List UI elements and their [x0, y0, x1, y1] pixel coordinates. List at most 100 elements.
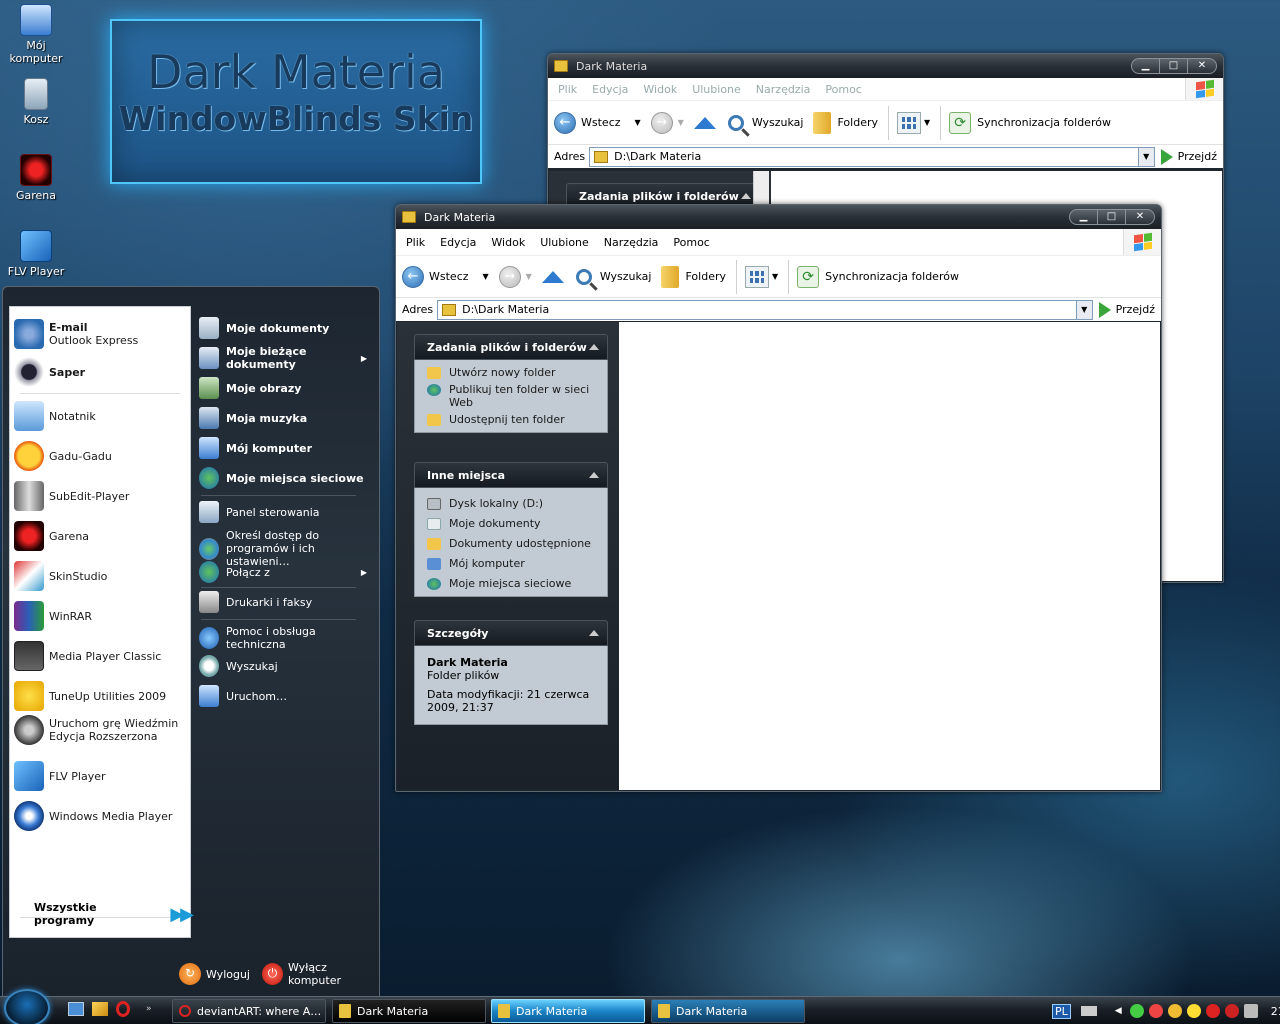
maximize-button[interactable]: □ — [1098, 210, 1126, 224]
forward-button[interactable]: → ▼ — [498, 265, 532, 288]
menu-help[interactable]: Pomoc — [673, 236, 709, 249]
garena-icon[interactable] — [1224, 1004, 1239, 1018]
panel-header[interactable]: Zadania plików i folderów — [414, 334, 608, 360]
explorer-window-front[interactable]: Dark Materia ▁ □ ✕ Plik Edycja Widok Ulu… — [395, 204, 1162, 792]
start-item-email[interactable]: E-mail Outlook Express — [14, 319, 138, 349]
start-item-recent[interactable]: TuneUp Utilities 2009 — [14, 681, 166, 711]
start-item-recent[interactable]: WinRAR — [14, 601, 92, 631]
menu-tools[interactable]: Narzędzia — [604, 236, 659, 249]
shutdown-button[interactable]: ⏻ Wyłącz komputer — [262, 961, 379, 987]
search-button[interactable]: Wyszukaj — [575, 268, 651, 285]
sync-button[interactable]: ⟳ Synchronizacja folderów — [797, 265, 959, 288]
close-button[interactable]: ✕ — [1126, 210, 1154, 224]
file-list[interactable] — [619, 322, 1160, 790]
chevron-left-icon[interactable]: ◀ — [1115, 1006, 1122, 1016]
menu-help[interactable]: Pomoc — [825, 83, 861, 96]
start-right-my-music[interactable]: Moja muzyka — [199, 407, 375, 429]
folders-button[interactable]: Foldery — [813, 111, 878, 134]
back-button[interactable]: ← Wstecz ▼ — [554, 111, 641, 134]
start-item-recent[interactable]: Notatnik — [14, 401, 96, 431]
taskbar-button[interactable]: Dark Materia — [651, 999, 805, 1023]
minimize-button[interactable]: ▁ — [1132, 59, 1160, 73]
up-folder-icon[interactable] — [541, 270, 564, 283]
start-right-connect-to[interactable]: Połącz z ▶ — [199, 561, 375, 583]
place-my-computer[interactable]: Mój komputer — [427, 557, 597, 570]
go-button[interactable]: Przejdź — [1098, 301, 1155, 318]
search-button[interactable]: Wyszukaj — [727, 114, 803, 131]
chevron-down-icon[interactable]: ▼ — [1075, 300, 1092, 319]
menu-view[interactable]: Widok — [491, 236, 525, 249]
clock[interactable]: 21:55 — [1271, 1005, 1280, 1018]
sync-button[interactable]: ⟳ Synchronizacja folderów — [949, 111, 1111, 134]
place-network[interactable]: Moje miejsca sieciowe — [427, 577, 597, 590]
start-right-search[interactable]: Wyszukaj — [199, 655, 375, 677]
antivirus-icon[interactable] — [1148, 1004, 1163, 1018]
show-desktop-icon[interactable] — [68, 1002, 84, 1016]
title-bar[interactable]: Dark Materia ▁ □ ✕ — [548, 54, 1223, 78]
start-right-my-computer[interactable]: Mój komputer — [199, 437, 375, 459]
menu-view[interactable]: Widok — [643, 83, 677, 96]
chevron-down-icon[interactable]: ▼ — [635, 118, 641, 127]
start-item-recent[interactable]: Garena — [14, 521, 89, 551]
address-field[interactable]: D:\Dark Materia ▼ — [589, 146, 1155, 167]
start-right-my-pictures[interactable]: Moje obrazy — [199, 377, 375, 399]
menu-tools[interactable]: Narzędzia — [756, 83, 811, 96]
logoff-button[interactable]: ↻ Wyloguj — [179, 963, 250, 985]
panel-header[interactable]: Inne miejsca — [414, 462, 608, 488]
start-item-recent[interactable]: SubEdit-Player — [14, 481, 129, 511]
place-local-disk[interactable]: Dysk lokalny (D:) — [427, 497, 597, 510]
place-my-documents[interactable]: Moje dokumenty — [427, 517, 597, 530]
start-item-recent[interactable]: FLV Player — [14, 761, 106, 791]
start-right-network[interactable]: Moje miejsca sieciowe — [199, 467, 375, 489]
start-item-recent[interactable]: Uruchom grę Wiedźmin Edycja Rozszerzona — [14, 715, 186, 745]
menu-favorites[interactable]: Ulubione — [692, 83, 741, 96]
language-indicator[interactable]: PL — [1052, 1003, 1071, 1019]
menu-file[interactable]: Plik — [406, 236, 425, 249]
views-button[interactable]: ▼ — [897, 111, 930, 134]
chevron-right-icon[interactable]: » — [146, 1004, 152, 1014]
start-item-saper[interactable]: E-mail Saper — [14, 357, 85, 387]
desktop-icon-my-computer[interactable]: Mój komputer — [0, 4, 72, 65]
taskbar-button[interactable]: Dark Materia — [332, 999, 486, 1023]
flv-player-icon[interactable] — [1167, 1004, 1182, 1018]
flv-player-icon[interactable] — [92, 1002, 108, 1016]
taskbar-button-active[interactable]: Dark Materia — [491, 999, 645, 1023]
title-bar[interactable]: Dark Materia ▁ □ ✕ — [396, 205, 1161, 229]
start-right-control-panel[interactable]: Panel sterowania — [199, 501, 375, 523]
chevron-down-icon[interactable]: ▼ — [526, 272, 532, 281]
minimize-button[interactable]: ▁ — [1070, 210, 1098, 224]
task-new-folder[interactable]: Utwórz nowy folder — [427, 366, 597, 379]
taskbar-button[interactable]: deviantART: where A… — [172, 999, 326, 1023]
start-button[interactable] — [4, 989, 50, 1024]
start-item-recent[interactable]: SkinStudio — [14, 561, 107, 591]
volume-icon[interactable] — [1243, 1004, 1258, 1018]
desktop-icon-flv-player[interactable]: FLV Player — [0, 230, 72, 278]
views-button[interactable]: ▼ — [745, 265, 778, 288]
keyboard-icon[interactable] — [1080, 1006, 1097, 1016]
user-icon[interactable] — [1129, 1004, 1144, 1018]
start-right-run[interactable]: Uruchom… — [199, 685, 375, 707]
opera-icon[interactable] — [116, 1001, 130, 1017]
back-button[interactable]: ← Wstecz ▼ — [402, 265, 489, 288]
tuneup-icon[interactable] — [1186, 1004, 1201, 1018]
menu-edit[interactable]: Edycja — [592, 83, 628, 96]
start-item-recent[interactable]: Gadu-Gadu — [14, 441, 112, 471]
menu-favorites[interactable]: Ulubione — [540, 236, 589, 249]
chevron-down-icon[interactable]: ▼ — [1137, 147, 1154, 166]
all-programs-button[interactable]: Wszystkie programy ▶▶ — [34, 901, 194, 927]
place-shared-documents[interactable]: Dokumenty udostępnione — [427, 537, 597, 550]
start-right-help[interactable]: Pomoc i obsługa techniczna — [199, 625, 375, 651]
address-field[interactable]: D:\Dark Materia ▼ — [437, 299, 1093, 320]
start-right-printers[interactable]: Drukarki i faksy — [199, 591, 375, 613]
start-item-recent[interactable]: Media Player Classic — [14, 641, 161, 671]
forward-button[interactable]: → ▼ — [650, 111, 684, 134]
task-share-folder[interactable]: Udostępnij ten folder — [427, 413, 597, 426]
chevron-down-icon[interactable]: ▼ — [678, 118, 684, 127]
maximize-button[interactable]: □ — [1160, 59, 1188, 73]
menu-edit[interactable]: Edycja — [440, 236, 476, 249]
close-button[interactable]: ✕ — [1188, 59, 1216, 73]
start-right-recent-documents[interactable]: Moje bieżące dokumenty ▶ — [199, 345, 375, 371]
task-publish-web[interactable]: Publikuj ten folder w sieci Web — [427, 383, 597, 409]
menu-file[interactable]: Plik — [558, 83, 577, 96]
start-right-my-documents[interactable]: Moje dokumenty — [199, 317, 375, 339]
